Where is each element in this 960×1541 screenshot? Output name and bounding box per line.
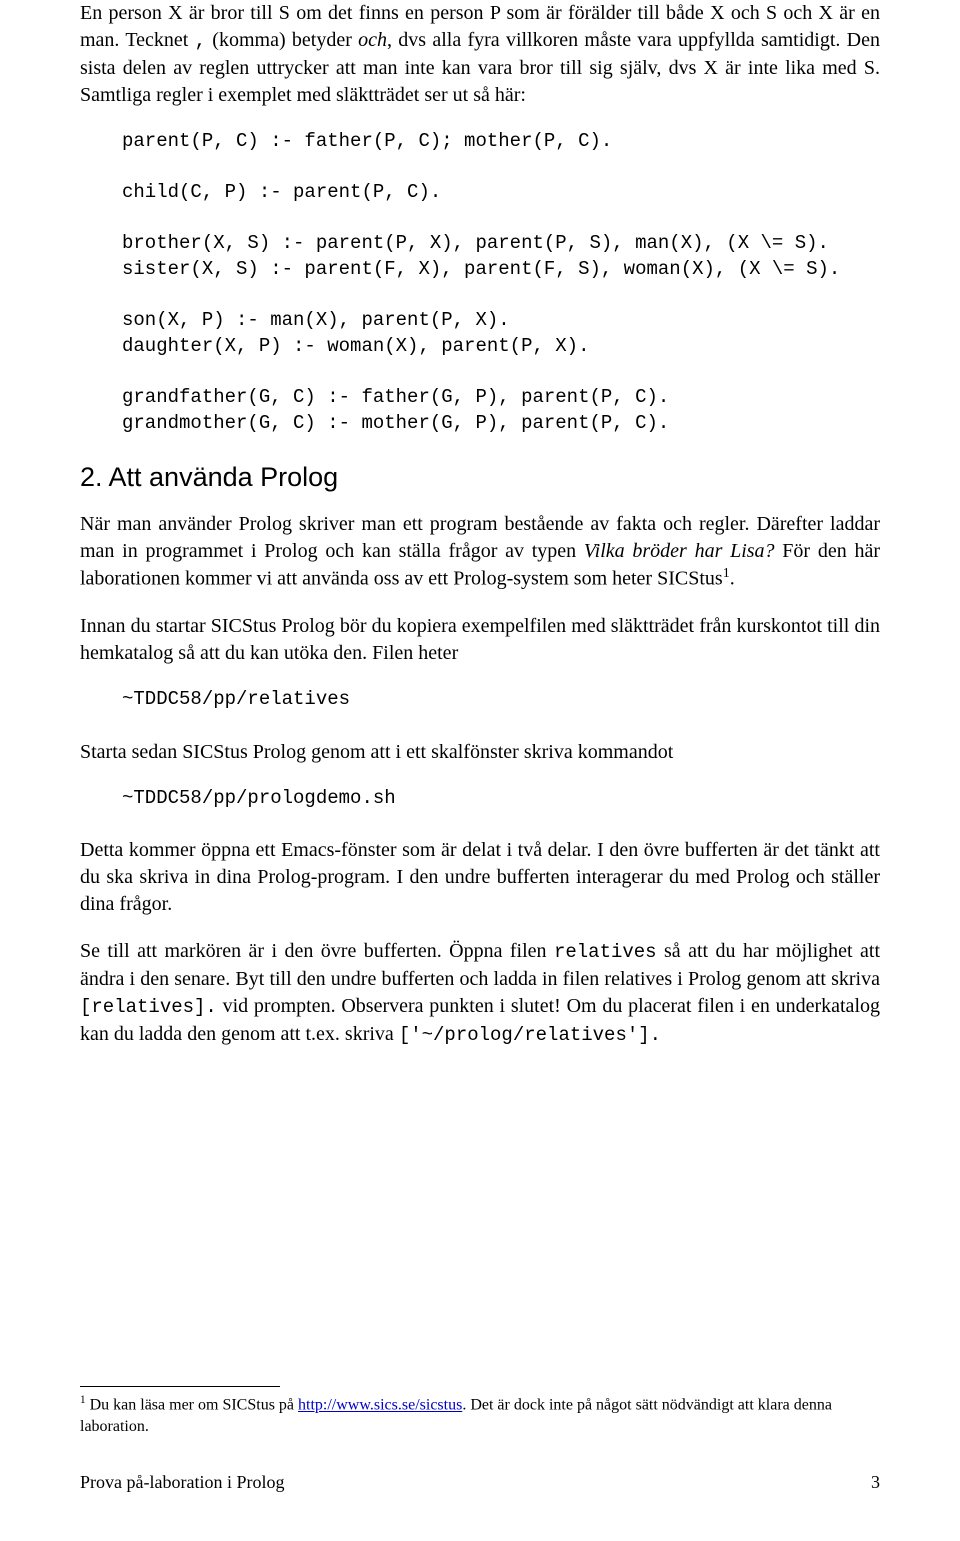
main-content: En person X är bror till S om det finns … xyxy=(80,0,880,1068)
code-block-path1: ~TDDC58/pp/relatives xyxy=(122,687,880,713)
inline-code-load-path: ['~/prolog/relatives']. xyxy=(399,1024,661,1046)
italic-och: och xyxy=(358,29,387,51)
paragraph-emacs: Detta kommer öppna ett Emacs-fönster som… xyxy=(80,837,880,918)
text: Se till att markören är i den övre buffe… xyxy=(80,940,554,962)
inline-code-load-relatives: [relatives]. xyxy=(80,996,217,1018)
code-block-path2: ~TDDC58/pp/prologdemo.sh xyxy=(122,786,880,812)
paragraph-usage: När man använder Prolog skriver man ett … xyxy=(80,511,880,593)
inline-code-relatives: relatives xyxy=(554,941,657,963)
footnote-text: 1 Du kan läsa mer om SICStus på http://w… xyxy=(80,1393,880,1438)
section-heading: 2. Att använda Prolog xyxy=(80,462,880,493)
text: (komma) betyder xyxy=(206,29,358,51)
italic-question: Vilka bröder har Lisa? xyxy=(584,540,775,562)
text: Du kan läsa mer om SICStus på xyxy=(86,1397,298,1414)
code-block-rules: parent(P, C) :- father(P, C); mother(P, … xyxy=(122,129,880,437)
document-page: En person X är bror till S om det finns … xyxy=(0,0,960,1541)
footer-area: 1 Du kan läsa mer om SICStus på http://w… xyxy=(80,1346,880,1493)
paragraph-copy-file: Innan du startar SICStus Prolog bör du k… xyxy=(80,613,880,667)
footer-title: Prova på-laboration i Prolog xyxy=(80,1472,284,1493)
paragraph-cursor: Se till att markören är i den övre buffe… xyxy=(80,938,880,1048)
footer-page-number: 3 xyxy=(871,1472,880,1493)
paragraph-start: Starta sedan SICStus Prolog genom att i … xyxy=(80,739,880,766)
footnote-separator xyxy=(80,1386,280,1387)
page-footer: Prova på-laboration i Prolog 3 xyxy=(80,1472,880,1493)
comma-symbol: , xyxy=(195,30,206,52)
text: . xyxy=(730,568,735,590)
footnote-marker: 1 xyxy=(723,566,730,581)
paragraph-intro: En person X är bror till S om det finns … xyxy=(80,0,880,109)
footnote-link[interactable]: http://www.sics.se/sicstus xyxy=(298,1397,462,1414)
